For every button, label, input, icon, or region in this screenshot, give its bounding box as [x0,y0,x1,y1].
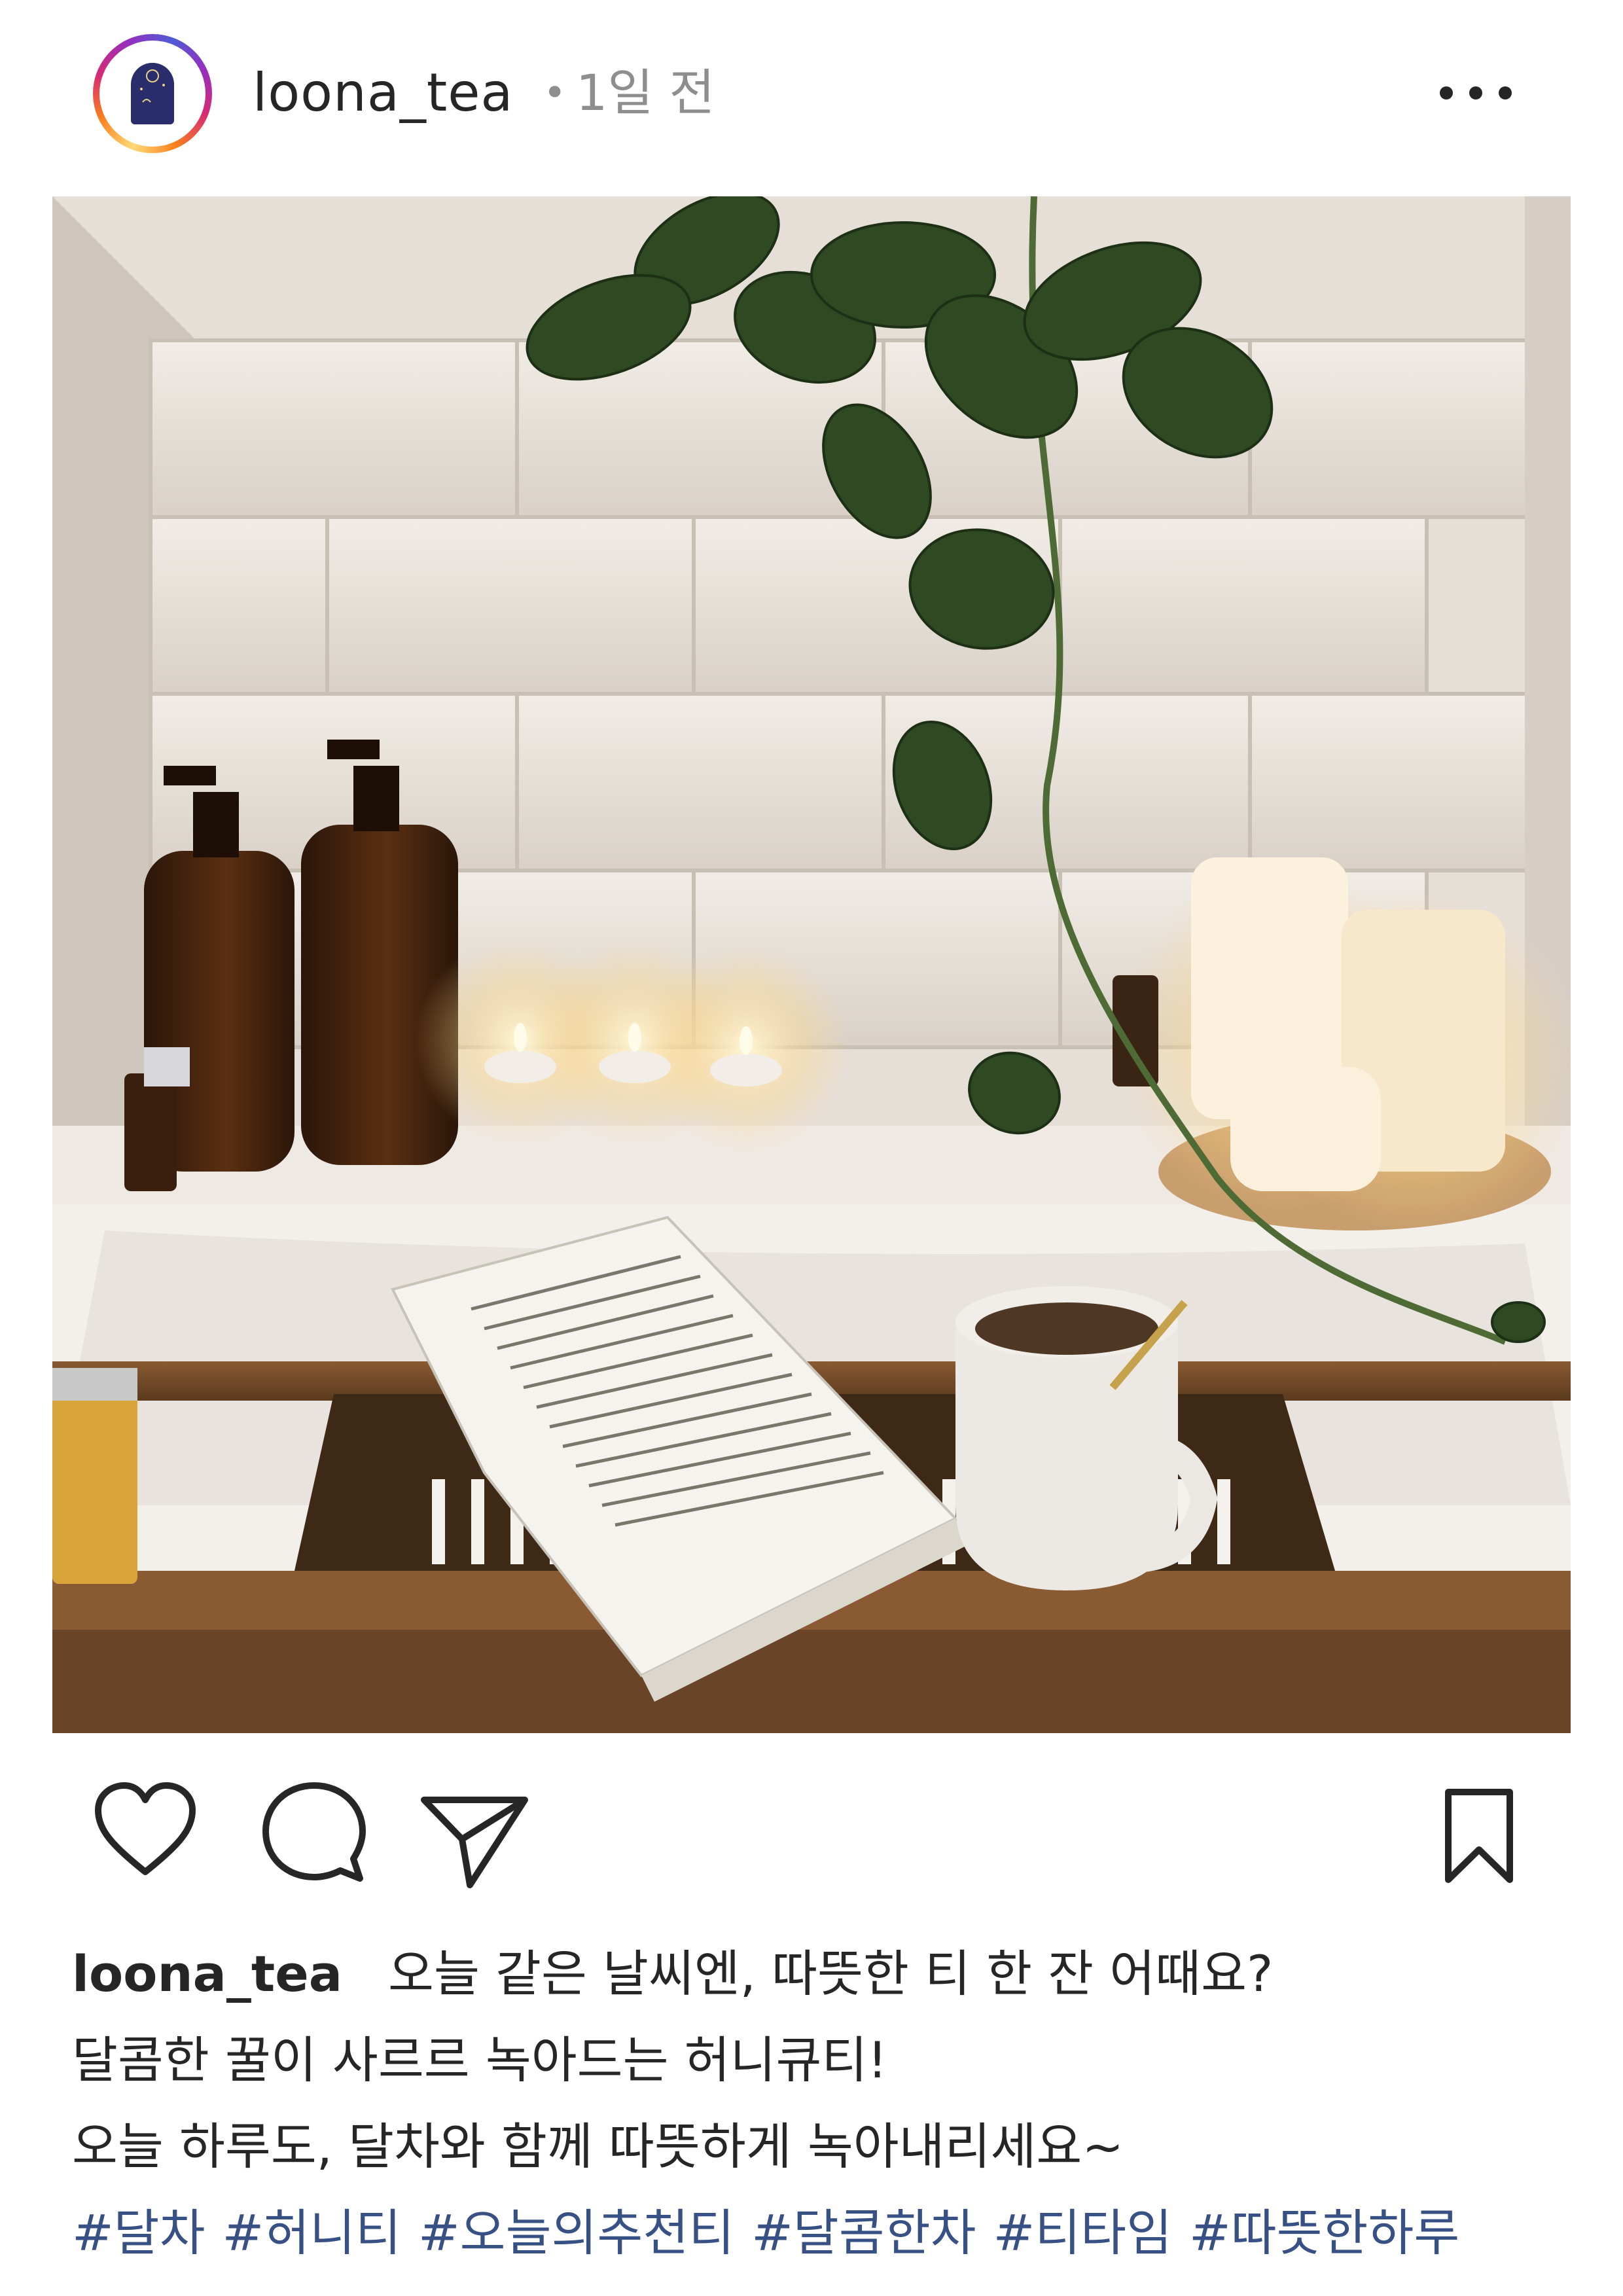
time-separator: • [543,70,567,116]
post-image[interactable] [52,196,1571,1733]
tea-mug [955,1286,1218,1590]
caption-text-line1: 오늘 같은 날씨엔, 따뜻한 티 한 잔 어때요? [388,1945,1274,2003]
header-username[interactable]: loona_tea [253,60,513,126]
send-icon[interactable] [419,1793,530,1892]
post-header: loona_tea • 1일 전 [0,0,1623,190]
hashtag-link[interactable]: #오늘의추천티 [418,2204,734,2262]
post-caption: loona_tea 오늘 같은 날씨엔, 따뜻한 티 한 잔 어때요? 달콤한 꿀… [72,1931,1564,2276]
post-actions [0,1767,1623,1898]
hashtag-link[interactable]: #따뜻한하루 [1189,2204,1459,2262]
bath-tea-scene [52,196,1571,1733]
caption-username[interactable]: loona_tea [72,1945,342,2003]
hashtag-link[interactable]: #달콤한차 [751,2204,976,2262]
post-time: 1일 전 [576,63,715,122]
caption-first-line: loona_tea 오늘 같은 날씨엔, 따뜻한 티 한 잔 어때요? [72,1931,1564,2017]
caption-text-line3: 오늘 하루도, 달차와 함께 따뜻하게 녹아내리세요~ [72,2117,1124,2176]
story-ring[interactable] [93,34,212,153]
more-options-icon[interactable] [1440,73,1512,113]
comment-icon[interactable] [262,1780,366,1885]
hashtag-list: #달차 #허니티 #오늘의추천티 #달콤한차 #티타임 #따뜻한하루 [72,2190,1564,2276]
bookmark-icon[interactable] [1443,1787,1515,1885]
hashtag-link[interactable]: #허니티 [223,2204,401,2262]
heart-icon[interactable] [93,1780,198,1878]
hashtag-link[interactable]: #달차 [72,2204,205,2262]
caption-text-line2: 달콤한 꿀이 사르르 녹아드는 허니큐티! [72,2031,887,2089]
avatar[interactable] [106,47,199,140]
hashtag-link[interactable]: #티타임 [993,2204,1172,2262]
loona-tea-logo [131,63,174,124]
